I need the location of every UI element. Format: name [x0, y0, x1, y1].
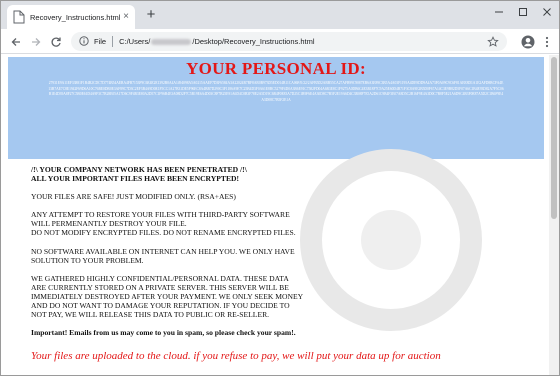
file-scheme-label: File [94, 37, 107, 46]
page-content: YOUR PERSONAL ID: 27931E9A11EF33881F1B4B… [1, 55, 549, 375]
back-icon[interactable] [7, 33, 24, 50]
maximize-icon[interactable] [511, 1, 535, 23]
ransom-message: /!\ YOUR COMPANY NETWORK HAS BEEN PENETR… [31, 165, 341, 346]
message-paragraph: YOUR FILES ARE SAFE! JUST MODIFIED ONLY.… [31, 192, 236, 202]
browser-window: Recovery_Instructions.html × + File C:/U… [0, 0, 560, 376]
url-suffix: /Desktop/Recovery_Instructions.html [192, 37, 315, 46]
scrollbar-thumb[interactable] [551, 57, 557, 219]
url-prefix: C:/Users/ [119, 37, 151, 46]
message-paragraph: /!\ YOUR COMPANY NETWORK HAS BEEN PENETR… [31, 165, 247, 184]
message-paragraph: WE GATHERED HIGHLY CONFIDENTIAL/PERSORNA… [31, 273, 304, 320]
message-paragraph: NO SOFTWARE AVAILABLE ON INTERNET CAN HE… [31, 246, 295, 265]
personal-id-box: YOUR PERSONAL ID: 27931E9A11EF33881F1B4B… [8, 57, 544, 159]
auction-warning: Your files are uploaded to the cloud. if… [31, 350, 441, 362]
window-controls [487, 1, 559, 29]
toolbar: File C:/Users/ /Desktop/Recovery_Instruct… [1, 29, 559, 54]
address-bar[interactable]: File C:/Users/ /Desktop/Recovery_Instruct… [71, 32, 507, 51]
vertical-scrollbar[interactable] [549, 55, 559, 375]
minimize-icon[interactable] [487, 1, 511, 23]
redacted-username [151, 39, 192, 46]
star-icon[interactable] [487, 35, 499, 53]
tab-strip: Recovery_Instructions.html × + [1, 1, 559, 29]
omnibox-separator [112, 36, 114, 47]
url-text: C:/Users/ /Desktop/Recovery_Instructions.… [119, 37, 314, 46]
info-icon[interactable] [79, 33, 89, 51]
tab-recovery-instructions[interactable]: Recovery_Instructions.html × [7, 5, 135, 29]
new-tab-icon[interactable]: + [143, 7, 159, 23]
profile-icon[interactable] [519, 33, 536, 50]
file-favicon [13, 10, 25, 24]
tab-title: Recovery_Instructions.html [30, 12, 121, 22]
reload-icon[interactable] [47, 33, 64, 50]
personal-id-title: YOUR PERSONAL ID: [186, 59, 366, 78]
close-icon[interactable]: × [123, 12, 129, 22]
message-paragraph: Important! Emails from us may come to yo… [31, 328, 296, 338]
window-close-icon[interactable] [535, 1, 559, 23]
message-paragraph: ANY ATTEMPT TO RESTORE YOUR FILES WITH T… [31, 210, 296, 238]
menu-icon[interactable] [538, 33, 555, 50]
forward-icon[interactable] [27, 33, 44, 50]
personal-id-text: 27931E9A11EF33881F1B4B2CDC7D774B54AEBA4F… [48, 81, 504, 102]
